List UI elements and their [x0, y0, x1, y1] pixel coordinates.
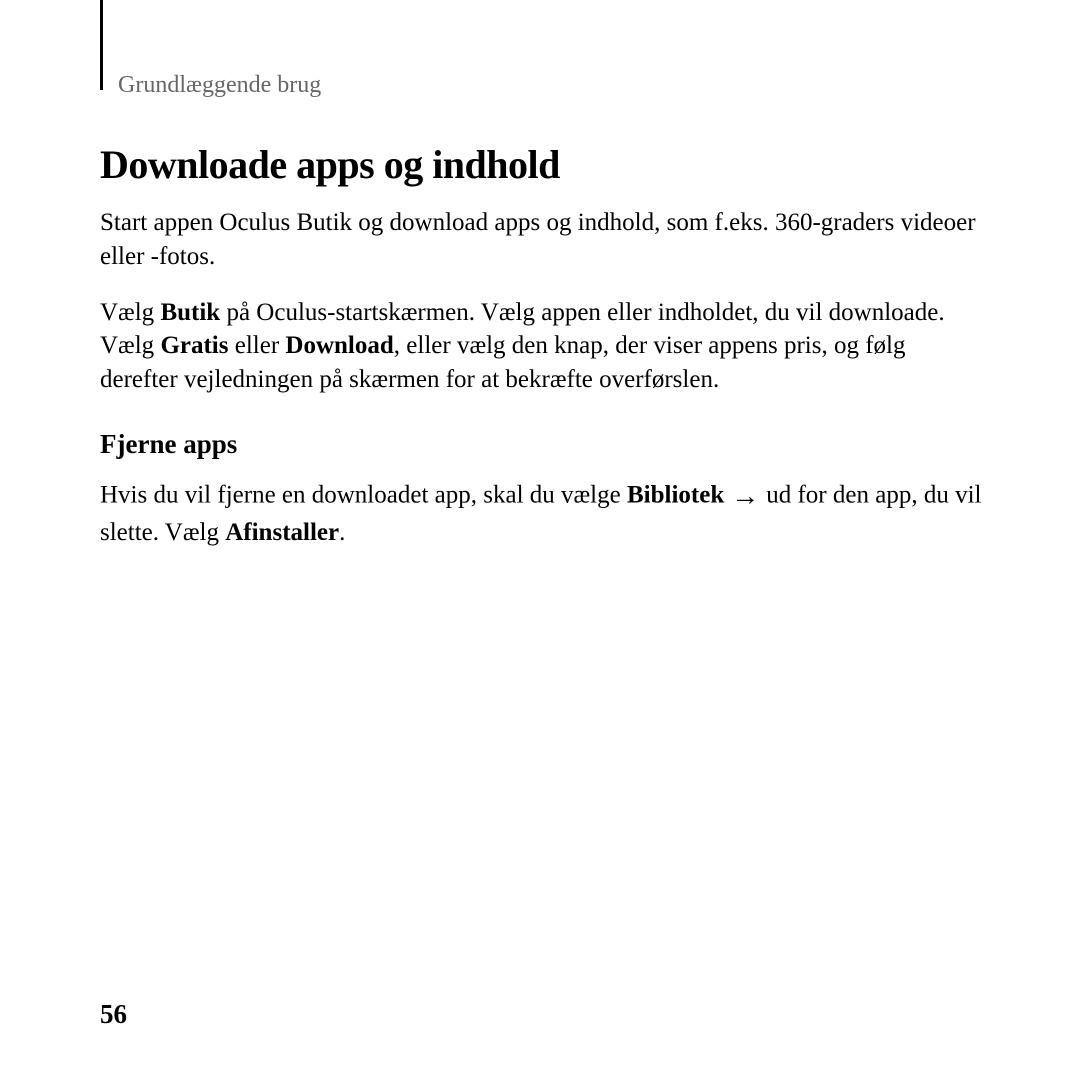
page-title: Downloade apps og indhold [100, 141, 985, 188]
bold-download: Download [285, 332, 393, 359]
remove-apps-paragraph: Hvis du vil fjerne en downloadet app, sk… [100, 478, 985, 550]
header-rule [100, 0, 103, 90]
bold-butik: Butik [160, 299, 220, 326]
bold-gratis: Gratis [160, 332, 228, 359]
subheading-fjerne-apps: Fjerne apps [100, 429, 985, 460]
page-number: 56 [100, 999, 127, 1030]
text-run: Hvis du vil fjerne en downloadet app, sk… [100, 481, 627, 508]
instructions-paragraph: Vælg Butik på Oculus-startskærmen. Vælg … [100, 296, 985, 397]
intro-paragraph: Start appen Oculus Butik og download app… [100, 206, 985, 274]
arrow-icon: → [724, 481, 766, 512]
section-label: Grundlæggende brug [118, 60, 985, 99]
document-page: Grundlæggende brug Downloade apps og ind… [0, 0, 1080, 611]
page-header: Grundlæggende brug [100, 60, 985, 99]
text-run: Vælg [100, 299, 160, 326]
text-run: eller [228, 332, 285, 359]
bold-afinstaller: Afinstaller [225, 519, 339, 546]
text-run: . [339, 519, 345, 546]
bold-bibliotek: Bibliotek [627, 481, 724, 508]
